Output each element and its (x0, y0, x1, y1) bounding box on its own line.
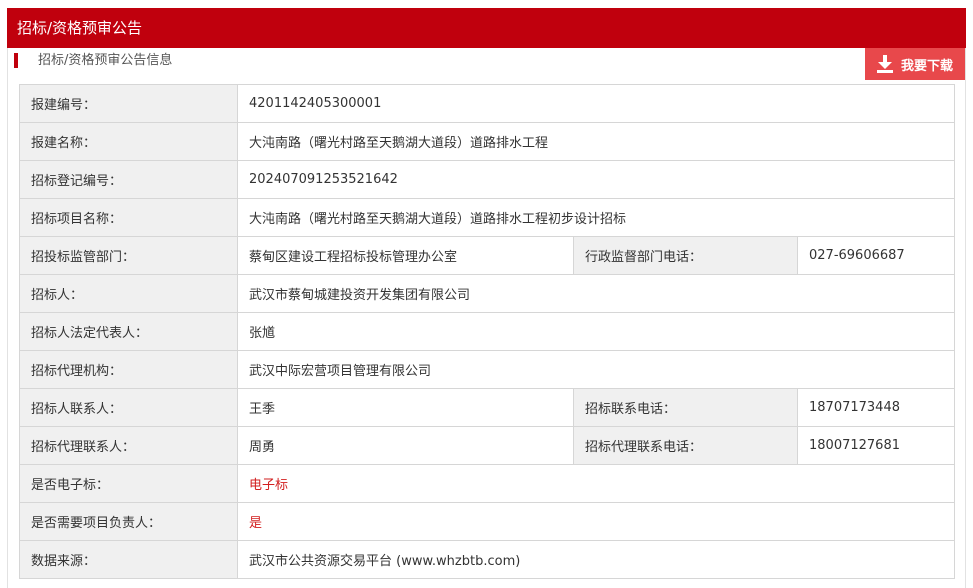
project-name-label: 报建名称： (19, 122, 238, 161)
table-row: 报建编号： 4201142405300001 (19, 84, 955, 123)
table-row: 是否电子标： 电子标 (19, 464, 955, 503)
legal-rep-value: 张馗 (237, 312, 955, 351)
table-row: 招标登记编号： 202407091253521642 (19, 160, 955, 199)
project-name-value: 大沌南路（曙光村路至天鹅湖大道段）道路排水工程 (237, 122, 955, 161)
table-row: 招标代理联系人： 周勇 招标代理联系电话： 18007127681 (19, 426, 955, 465)
table-row: 招投标监管部门： 蔡甸区建设工程招标投标管理办公室 行政监督部门电话： 027-… (19, 236, 955, 275)
agency-contact-value: 周勇 (237, 426, 574, 465)
agency-phone-value: 18007127681 (797, 426, 955, 465)
data-source-value: 武汉市公共资源交易平台 (www.whzbtb.com) (237, 540, 955, 579)
supervision-phone-value: 027-69606687 (797, 236, 955, 275)
agency-phone-label: 招标代理联系电话： (573, 426, 798, 465)
table-row: 招标人联系人： 王季 招标联系电话： 18707173448 (19, 388, 955, 427)
section-header: 招标/资格预审公告信息 (7, 48, 966, 74)
agency-label: 招标代理机构： (19, 350, 238, 389)
project-code-value: 4201142405300001 (237, 84, 955, 123)
data-source-label: 数据来源： (19, 540, 238, 579)
tenderer-phone-value: 18707173448 (797, 388, 955, 427)
download-label: 我要下载 (900, 58, 953, 74)
table-row: 报建名称： 大沌南路（曙光村路至天鹅湖大道段）道路排水工程 (19, 122, 955, 161)
agency-contact-label: 招标代理联系人： (19, 426, 238, 465)
tender-project-name-label: 招标项目名称： (19, 198, 238, 237)
supervision-dept-label: 招投标监管部门： (19, 236, 238, 275)
electronic-bid-label: 是否电子标： (19, 464, 238, 503)
download-button[interactable]: 我要下载 (865, 48, 965, 80)
section-title: 招标/资格预审公告信息 (38, 53, 173, 68)
tender-project-name-value: 大沌南路（曙光村路至天鹅湖大道段）道路排水工程初步设计招标 (237, 198, 955, 237)
tenderer-label: 招标人： (19, 274, 238, 313)
tenderer-value: 武汉市蔡甸城建投资开发集团有限公司 (237, 274, 955, 313)
announcement-info-table: 报建编号： 4201142405300001 报建名称： 大沌南路（曙光村路至天… (19, 84, 955, 579)
page-title: 招标/资格预审公告 (7, 8, 966, 48)
agency-value: 武汉中际宏营项目管理有限公司 (237, 350, 955, 389)
tender-reg-no-label: 招标登记编号： (19, 160, 238, 199)
section-marker (14, 53, 18, 68)
supervision-dept-value: 蔡甸区建设工程招标投标管理办公室 (237, 236, 574, 275)
page: 招标/资格预审公告 招标/资格预审公告信息 我要下载 报建编号： 4201142… (0, 0, 973, 588)
tenderer-contact-label: 招标人联系人： (19, 388, 238, 427)
table-row: 招标人： 武汉市蔡甸城建投资开发集团有限公司 (19, 274, 955, 313)
legal-rep-label: 招标人法定代表人： (19, 312, 238, 351)
table-row: 招标人法定代表人： 张馗 (19, 312, 955, 351)
table-row: 数据来源： 武汉市公共资源交易平台 (www.whzbtb.com) (19, 540, 955, 579)
need-pm-value: 是 (237, 502, 955, 541)
electronic-bid-value: 电子标 (237, 464, 955, 503)
download-icon (876, 55, 893, 73)
need-pm-label: 是否需要项目负责人： (19, 502, 238, 541)
table-row: 招标项目名称： 大沌南路（曙光村路至天鹅湖大道段）道路排水工程初步设计招标 (19, 198, 955, 237)
table-row: 招标代理机构： 武汉中际宏营项目管理有限公司 (19, 350, 955, 389)
tenderer-phone-label: 招标联系电话： (573, 388, 798, 427)
supervision-phone-label: 行政监督部门电话： (573, 236, 798, 275)
table-row: 是否需要项目负责人： 是 (19, 502, 955, 541)
tender-reg-no-value: 202407091253521642 (237, 160, 955, 199)
tenderer-contact-value: 王季 (237, 388, 574, 427)
project-code-label: 报建编号： (19, 84, 238, 123)
